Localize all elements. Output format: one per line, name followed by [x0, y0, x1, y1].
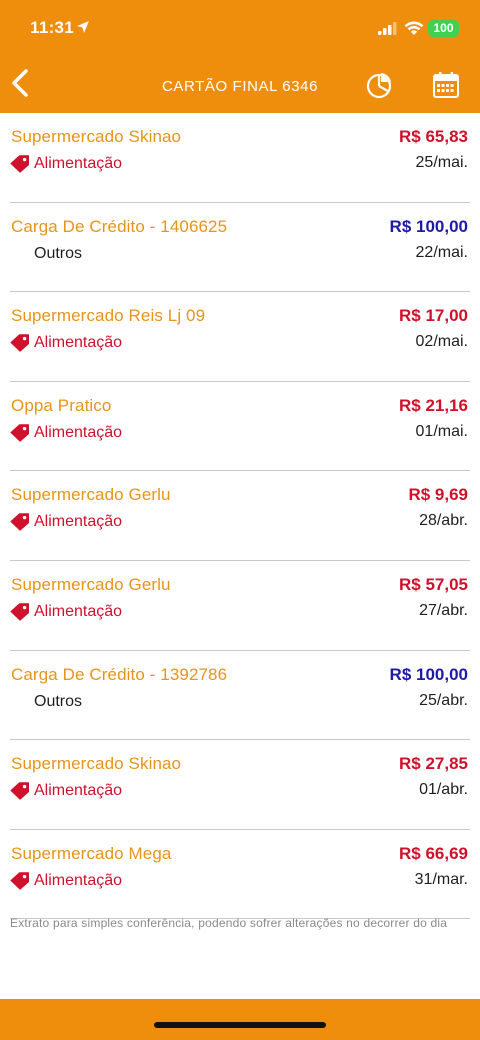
- merchant-name: Carga De Crédito - 1406625: [11, 216, 228, 236]
- transaction-date: 31/mar.: [414, 870, 468, 888]
- amount-value: R$ 57,05: [399, 574, 468, 594]
- battery-indicator: 100: [428, 20, 459, 37]
- transaction-row[interactable]: Oppa Pratico Alimentação R$ 21,16 01/mai.: [10, 382, 470, 472]
- merchant-name: Supermercado Reis Lj 09: [11, 306, 206, 326]
- transaction-date: 27/abr.: [419, 601, 468, 619]
- tag-icon: [10, 782, 30, 800]
- transaction-date: 02/mai.: [415, 333, 468, 351]
- merchant-name: Supermercado Skinao: [11, 127, 182, 146]
- merchant-name: Oppa Pratico: [11, 395, 112, 415]
- tag-icon: [10, 334, 30, 352]
- signal-icon: [378, 22, 397, 35]
- transaction-row[interactable]: Supermercado Skinao Alimentação R$ 65,83 25…: [10, 113, 470, 203]
- header-bar: 11:31 100 CARTÃO FINAL 6346: [0, 0, 480, 113]
- category-label: Alimentação: [34, 782, 123, 800]
- transaction-row[interactable]: Carga De Crédito - 1392786 Outros R$ 100,0…: [10, 651, 470, 741]
- tag-icon: [10, 872, 30, 890]
- status-time: 11:31: [30, 18, 75, 37]
- category-label: Alimentação: [34, 155, 123, 172]
- wifi-icon: [404, 21, 424, 35]
- amount-value: R$ 65,83: [399, 127, 468, 146]
- category-label: Alimentação: [34, 513, 123, 531]
- amount-value: R$ 9,69: [408, 485, 468, 505]
- category-label: Outros: [34, 244, 83, 262]
- transaction-date: 28/abr.: [419, 512, 468, 530]
- transaction-row[interactable]: Supermercado Reis Lj 09 Alimentação R$ 17,…: [10, 292, 470, 382]
- home-indicator[interactable]: [154, 1022, 326, 1028]
- merchant-name: Supermercado Skinao: [11, 754, 182, 774]
- nav-bar: CARTÃO FINAL 6346: [0, 58, 480, 113]
- tag-icon: [10, 603, 30, 621]
- transaction-list: Supermercado Skinao Alimentação R$ 65,83 25…: [0, 113, 480, 920]
- category-label: Alimentação: [34, 423, 123, 441]
- amount-value: R$ 27,85: [399, 754, 468, 774]
- transaction-row[interactable]: Supermercado Skinao Alimentação R$ 27,85 01…: [10, 740, 470, 830]
- page-title: CARTÃO FINAL 6346: [161, 78, 319, 95]
- transaction-date: 25/abr.: [419, 691, 468, 709]
- tag-icon: [10, 424, 30, 442]
- transaction-date: 25/mai.: [415, 154, 468, 171]
- disclaimer-text: Extrato para simples conferência, podend…: [10, 916, 448, 930]
- transaction-date: 01/mai.: [415, 422, 468, 440]
- transaction-row[interactable]: Supermercado Mega Alimentação R$ 66,69 31/m…: [10, 830, 470, 920]
- amount-value: R$ 21,16: [399, 395, 468, 415]
- category-label: Alimentação: [34, 871, 123, 889]
- status-bar: 11:31 100: [0, 0, 480, 58]
- tag-icon: [10, 513, 30, 532]
- chevron-left-icon[interactable]: [8, 68, 32, 98]
- amount-value: R$ 100,00: [389, 664, 468, 684]
- amount-value: R$ 66,69: [399, 843, 468, 863]
- tag-icon: [10, 155, 30, 173]
- transaction-date: 22/mai.: [415, 243, 468, 261]
- amount-value: R$ 17,00: [399, 306, 468, 326]
- merchant-name: Carga De Crédito - 1392786: [11, 664, 228, 684]
- category-label: Alimentação: [34, 334, 123, 352]
- merchant-name: Supermercado Gerlu: [11, 574, 171, 594]
- amount-value: R$ 100,00: [389, 216, 468, 236]
- bottom-bar: [0, 999, 480, 1040]
- category-label: Outros: [34, 692, 83, 710]
- transaction-row[interactable]: Supermercado Gerlu Alimentação R$ 9,69 28/a…: [10, 471, 470, 561]
- merchant-name: Supermercado Gerlu: [11, 485, 171, 505]
- location-arrow-icon: [77, 21, 89, 33]
- transaction-row[interactable]: Carga De Crédito - 1406625 Outros R$ 100,0…: [10, 203, 470, 293]
- transaction-date: 01/abr.: [419, 781, 468, 799]
- transaction-row[interactable]: Supermercado Gerlu Alimentação R$ 57,05 27/…: [10, 561, 470, 651]
- calendar-icon[interactable]: [431, 70, 461, 100]
- category-label: Alimentação: [34, 602, 123, 620]
- pie-chart-icon[interactable]: [364, 70, 394, 100]
- merchant-name: Supermercado Mega: [11, 843, 172, 863]
